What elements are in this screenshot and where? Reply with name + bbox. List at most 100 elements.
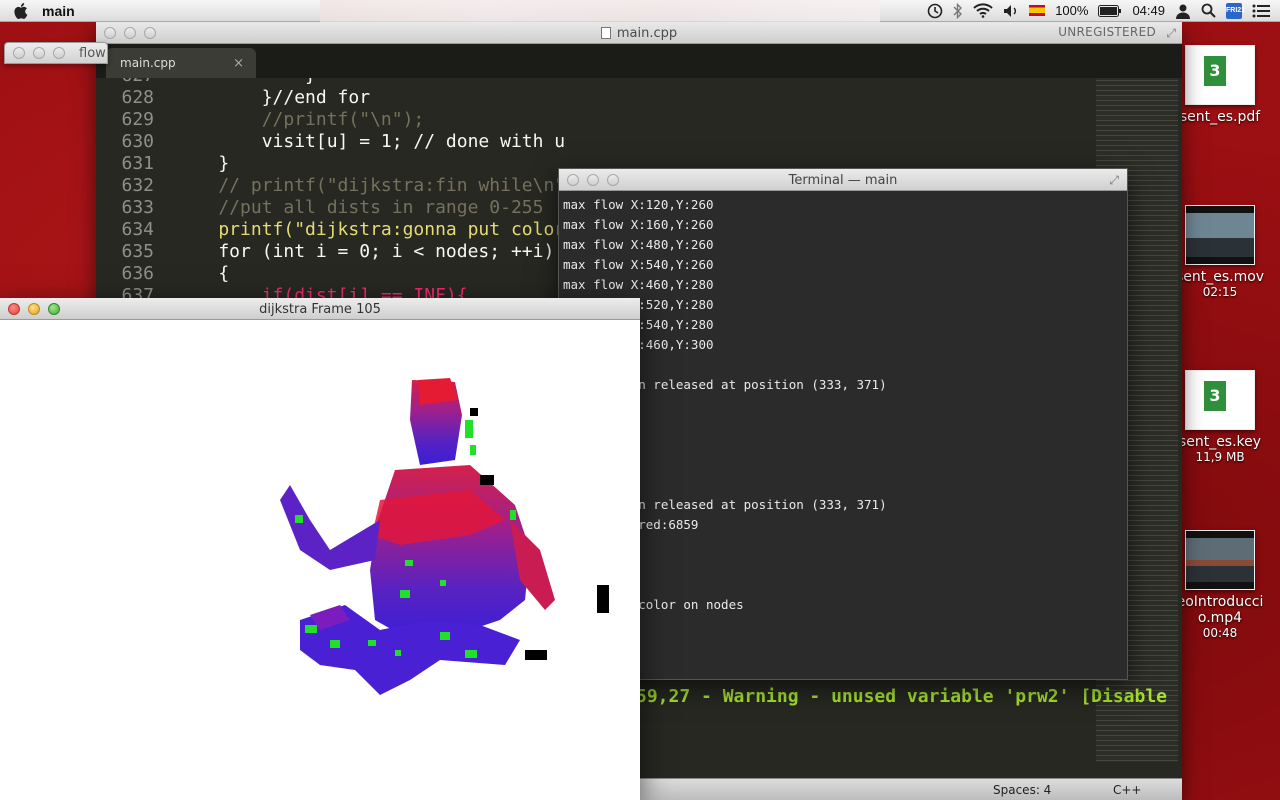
desktop-file-key[interactable]: 3 sent_es.key 11,9 MB bbox=[1170, 370, 1270, 464]
terminal-title: Terminal — main bbox=[788, 172, 898, 188]
terminal-output[interactable]: max flow X:120,Y:260 max flow X:160,Y:260… bbox=[559, 191, 1127, 635]
terminal-line: Left button released at position (333, 3… bbox=[563, 377, 887, 392]
minimize-button[interactable] bbox=[33, 47, 45, 59]
tab-label: main.cpp bbox=[120, 56, 176, 70]
editor-tab-bar: main.cpp × bbox=[96, 44, 1182, 78]
code-text: } bbox=[154, 78, 316, 87]
code-text: for (int i = 0; i < nodes; ++i) bbox=[175, 241, 555, 262]
line-number: 633 bbox=[121, 197, 154, 218]
syntax-setting[interactable]: C++ bbox=[1113, 783, 1142, 797]
code-line: 628 }//end for bbox=[96, 87, 1096, 109]
terminal-line: returning bbox=[563, 615, 1127, 635]
desktop-file-name: eoIntroducci o.mp4 bbox=[1176, 594, 1264, 626]
input-source-flag-icon[interactable] bbox=[1029, 5, 1046, 16]
flow-window-title: flow bbox=[79, 45, 106, 61]
zoom-button[interactable] bbox=[144, 26, 156, 39]
indentation-setting[interactable]: Spaces: 4 bbox=[993, 783, 1051, 797]
document-icon bbox=[600, 27, 611, 39]
calendar-icon[interactable]: FRI 21 bbox=[1226, 2, 1245, 19]
close-button[interactable] bbox=[104, 26, 116, 39]
dijkstra-title: dijkstra Frame 105 bbox=[259, 301, 381, 317]
terminal-line: max flow X:460,Y:300 bbox=[563, 337, 714, 352]
editor-titlebar[interactable]: main.cpp UNREGISTERED ⤢ bbox=[96, 22, 1182, 44]
time-machine-icon[interactable] bbox=[927, 3, 943, 19]
desktop-file-mp4[interactable]: eoIntroducci o.mp4 00:48 bbox=[1170, 530, 1270, 640]
code-text: { bbox=[175, 263, 230, 284]
terminal-line: Left button released at position (333, 3… bbox=[563, 497, 887, 512]
document-thumbnail: 3 bbox=[1185, 370, 1255, 430]
notification-center-icon[interactable] bbox=[1252, 4, 1270, 18]
terminal-line: Color bbox=[563, 435, 1127, 455]
battery-percent[interactable]: 100% bbox=[1055, 3, 1088, 18]
code-text: } bbox=[175, 153, 230, 174]
code-text: // printf("dijkstra:fin while\n"); bbox=[175, 175, 587, 196]
terminal-window: Terminal — main ⤢ max flow X:120,Y:260 ma… bbox=[558, 168, 1128, 680]
tab-close-icon[interactable]: × bbox=[233, 56, 244, 71]
fullscreen-icon[interactable]: ⤢ bbox=[1109, 173, 1119, 188]
apple-menu-icon[interactable] bbox=[0, 2, 42, 19]
terminal-line: max flow X:460,Y:280 bbox=[563, 277, 714, 292]
terminal-line: gonna put color on nodes bbox=[563, 597, 744, 612]
line-number: 636 bbox=[121, 263, 154, 284]
status-menu: 100% 04:49 FRI 21 bbox=[927, 0, 1280, 22]
line-number: 628 bbox=[121, 87, 154, 108]
desktop-file-mov[interactable]: sent_es.mov 02:15 bbox=[1170, 205, 1270, 299]
menu-left: main bbox=[0, 0, 320, 22]
dijkstra-titlebar[interactable]: dijkstra Frame 105 bbox=[0, 298, 640, 320]
fullscreen-icon[interactable]: ⤢ bbox=[1166, 26, 1176, 41]
desktop-file-name: sent_es.mov bbox=[1175, 269, 1265, 285]
app-name-menu[interactable]: main bbox=[42, 3, 75, 19]
tab-main-cpp[interactable]: main.cpp × bbox=[106, 48, 256, 78]
battery-icon[interactable] bbox=[1098, 4, 1122, 17]
code-text: visit[u] = 1; // done with u bbox=[175, 131, 566, 152]
terminal-line: max flow X:540,Y:280 bbox=[563, 317, 714, 332]
point-cloud-figure bbox=[280, 378, 555, 695]
line-number: 629 bbox=[121, 109, 154, 130]
user-icon[interactable] bbox=[1175, 3, 1191, 19]
point-cloud-view[interactable] bbox=[0, 320, 640, 800]
editor-window-controls bbox=[104, 26, 156, 39]
terminal-line: max flow X:540,Y:260 bbox=[563, 257, 714, 272]
bluetooth-icon[interactable] bbox=[953, 2, 963, 19]
line-number: 634 bbox=[121, 219, 154, 240]
desktop-file-name: sent_es.key bbox=[1178, 434, 1262, 450]
code-text: //printf("\n"); bbox=[175, 109, 425, 130]
calendar-day: FRI bbox=[1226, 6, 1238, 14]
terminal-line: max flow X:120,Y:260 bbox=[563, 197, 714, 212]
line-number: 635 bbox=[121, 241, 154, 262]
desktop-file-pdf[interactable]: 3 sent_es.pdf bbox=[1170, 45, 1270, 125]
desktop-file-meta: 11,9 MB bbox=[1195, 450, 1245, 464]
desktop-file-meta: 00:48 bbox=[1202, 626, 1238, 640]
zoom-button[interactable] bbox=[53, 47, 65, 59]
code-text: //put all dists in range 0-255 bbox=[175, 197, 544, 218]
clock[interactable]: 04:49 bbox=[1132, 3, 1165, 18]
code-line: 630 visit[u] = 1; // done with u bbox=[96, 131, 1096, 153]
editor-title: main.cpp bbox=[96, 22, 1182, 44]
code-line: 627 } bbox=[96, 78, 1096, 87]
volume-icon[interactable] bbox=[1003, 4, 1019, 18]
wifi-icon[interactable] bbox=[973, 3, 993, 18]
video-thumbnail bbox=[1185, 205, 1255, 265]
terminal-line: max flow X:480,Y:260 bbox=[563, 237, 714, 252]
editor-title-text: main.cpp bbox=[616, 25, 678, 41]
terminal-titlebar[interactable]: Terminal — main ⤢ bbox=[559, 169, 1127, 191]
close-button[interactable] bbox=[13, 47, 25, 59]
flow-window[interactable]: flow bbox=[4, 42, 108, 64]
line-number: 632 bbox=[121, 175, 154, 196]
document-thumbnail: 3 bbox=[1185, 45, 1255, 105]
desktop-file-meta: 02:15 bbox=[1202, 285, 1238, 299]
line-number: 631 bbox=[121, 153, 154, 174]
terminal-line: dijkstra: bbox=[563, 555, 1127, 575]
terminal-scrollbar[interactable] bbox=[1117, 191, 1127, 679]
spotlight-search-icon[interactable] bbox=[1201, 3, 1216, 18]
terminal-line: Done. bbox=[563, 455, 1127, 475]
minimize-button[interactable] bbox=[124, 26, 136, 39]
terminal-line: max flow X:520,Y:280 bbox=[563, 297, 714, 312]
desktop-file-name: sent_es.pdf bbox=[1179, 109, 1261, 125]
code-text: }//end for bbox=[175, 87, 371, 108]
